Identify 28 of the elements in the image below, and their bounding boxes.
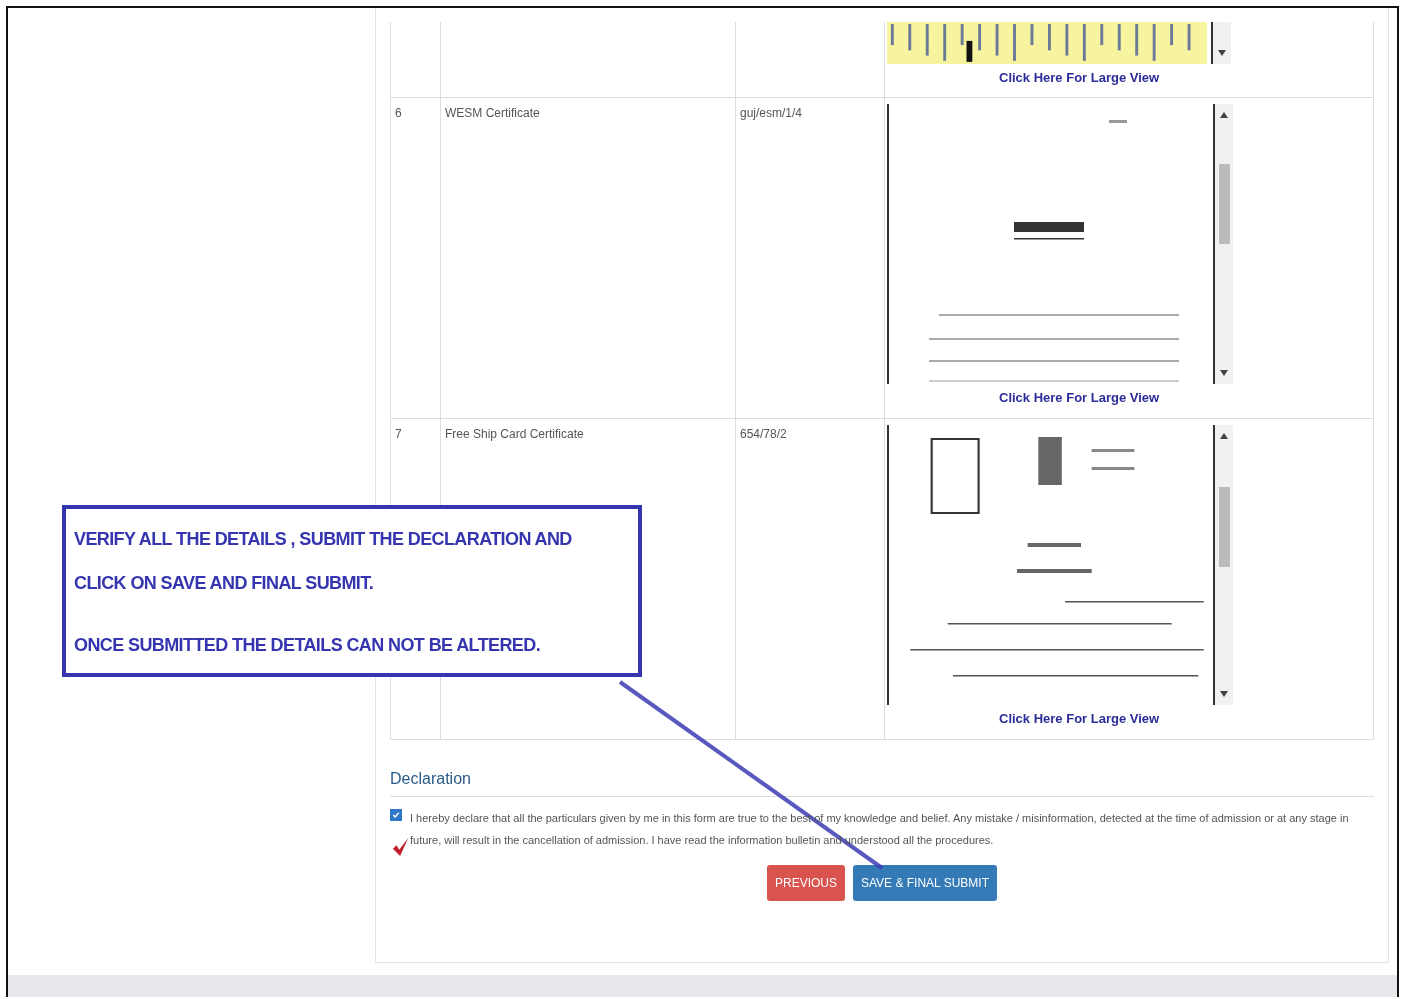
scrollbar[interactable] <box>1213 104 1233 384</box>
scroll-down-icon[interactable] <box>1220 370 1228 376</box>
table-cell: 7 <box>395 427 402 441</box>
declaration-checkbox[interactable] <box>390 809 402 821</box>
table-cell: guj/esm/1/4 <box>740 106 803 120</box>
scrollbar[interactable] <box>1213 425 1233 705</box>
scroll-up-icon[interactable] <box>1220 433 1228 439</box>
submit-button[interactable]: SAVE & FINAL SUBMIT <box>853 865 997 901</box>
scrollbar[interactable] <box>1211 22 1231 64</box>
declaration-text: I hereby declare that all the particulars given by me in this form are true to the best of my knowledge and belief. Any mistake / misinformation, detected at the time of admission or at any stage in future, will result in the cancellation of admission. I have read the information bulletin and understood all the procedures. <box>410 811 1350 848</box>
large-view-link[interactable]: Click Here For Large View <box>999 70 1160 85</box>
previous-button[interactable]: PREVIOUS <box>766 865 845 901</box>
check-mark-icon <box>392 836 410 858</box>
scroll-thumb[interactable] <box>1219 164 1230 244</box>
instruction-text: ONCE SUBMITTED THE DETAILS CAN NOT BE ALTERED. <box>74 634 542 657</box>
scroll-down-icon[interactable] <box>1220 691 1228 697</box>
large-view-link[interactable]: Click Here For Large View <box>999 711 1160 726</box>
table-cell: 6 <box>395 106 402 120</box>
section-heading: Declaration <box>390 770 1374 797</box>
scroll-up-icon[interactable] <box>1220 112 1228 118</box>
scroll-down-icon[interactable] <box>1218 50 1226 56</box>
table-cell: 654/78/2 <box>740 427 787 441</box>
large-view-link[interactable]: Click Here For Large View <box>999 390 1160 405</box>
instruction-text: CLICK ON SAVE AND FINAL SUBMIT. <box>74 572 375 595</box>
table-cell: Free Ship Card Certificate <box>445 427 584 441</box>
scroll-thumb[interactable] <box>1219 487 1230 567</box>
table-cell: WESM Certificate <box>445 106 540 120</box>
instruction-text: VERIFY ALL THE DETAILS , SUBMIT THE DECLARATION AND <box>74 528 573 551</box>
